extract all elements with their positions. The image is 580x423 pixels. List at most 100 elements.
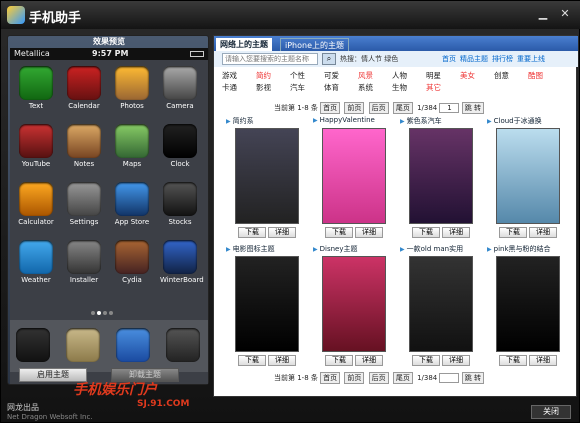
theme-title[interactable]: 电影图标主题 (226, 244, 308, 254)
tab-iphone-themes[interactable]: iPhone上的主题 (280, 38, 350, 51)
detail-button[interactable]: 详细 (529, 355, 557, 366)
category-link[interactable]: 汽车 (290, 82, 305, 93)
photos-icon (115, 66, 149, 100)
category-link[interactable]: 个性 (290, 70, 305, 81)
search-input[interactable] (222, 53, 318, 65)
pager-prev-button[interactable]: 前页 (344, 102, 365, 114)
theme-card: HappyValentine 下载详细 (313, 116, 395, 238)
pager-first-button[interactable]: 首页 (320, 372, 341, 384)
detail-button[interactable]: 详细 (442, 227, 470, 238)
category-link[interactable]: 明星 (426, 70, 441, 81)
tab-bar: 网络上的主题 iPhone上的主题 (214, 36, 578, 51)
theme-title[interactable]: Cloud于冰通换 (487, 116, 569, 126)
detail-button[interactable]: 详细 (355, 227, 383, 238)
download-button[interactable]: 下载 (238, 355, 266, 366)
category-link[interactable]: 人物 (392, 70, 407, 81)
theme-title[interactable]: 紫色系汽车 (400, 116, 482, 126)
pager-prev-button[interactable]: 前页 (344, 372, 365, 384)
category-link[interactable]: 可爱 (324, 70, 339, 81)
category-link[interactable]: 游戏 (222, 70, 237, 81)
category-link[interactable]: 酷图 (528, 70, 543, 81)
tab-online-themes[interactable]: 网络上的主题 (216, 38, 272, 51)
search-icon[interactable]: ⌕ (322, 53, 336, 65)
download-button[interactable]: 下载 (412, 355, 440, 366)
link-home[interactable]: 首页 (442, 55, 456, 63)
app-icon-installer: Installer (64, 240, 104, 290)
theme-actions: 下载 详细 (226, 355, 308, 366)
theme-title[interactable]: 一款old man实用 (400, 244, 482, 254)
publisher-sub-label: Net Dragon Websoft Inc. (7, 413, 93, 421)
detail-button[interactable]: 详细 (268, 355, 296, 366)
category-link[interactable]: 风景 (358, 70, 373, 81)
theme-thumbnail[interactable] (496, 256, 560, 352)
download-button[interactable]: 下载 (325, 227, 353, 238)
app-icon-weather: Weather (16, 240, 56, 290)
category-link[interactable]: 创意 (494, 70, 509, 81)
app-label: Weather (21, 276, 51, 284)
category-link[interactable]: 其它 (426, 82, 441, 93)
detail-button[interactable]: 详细 (268, 227, 296, 238)
theme-card: pink黑与粉的结合下载详细 (487, 244, 569, 366)
theme-actions: 下载 详细 (487, 227, 569, 238)
app-label: Cydia (122, 276, 142, 284)
camera-icon (163, 66, 197, 100)
pager-last-button[interactable]: 尾页 (392, 372, 413, 384)
theme-actions: 下载 详细 (226, 227, 308, 238)
category-link[interactable]: 美女 (460, 70, 475, 81)
theme-thumbnail[interactable] (235, 128, 299, 224)
hot-search-label: 热搜：情人节 绿色 (340, 55, 399, 63)
download-button[interactable]: 下载 (499, 227, 527, 238)
detail-button[interactable]: 详细 (442, 355, 470, 366)
download-button[interactable]: 下载 (412, 227, 440, 238)
page-dot (109, 311, 113, 315)
app-icon-stocks: Stocks (160, 182, 200, 232)
minimize-icon[interactable]: ▁ (535, 7, 551, 21)
page-dots (90, 308, 130, 315)
theme-title[interactable]: pink黑与粉的结合 (487, 244, 569, 254)
theme-thumbnail[interactable] (322, 128, 386, 224)
theme-thumbnail[interactable] (235, 256, 299, 352)
close-icon[interactable]: ✕ (557, 7, 573, 21)
theme-thumbnail[interactable] (322, 256, 386, 352)
link-new[interactable]: 重要上线 (517, 55, 545, 63)
pager-last-button[interactable]: 尾页 (392, 102, 413, 114)
link-featured[interactable]: 精品主题 (460, 55, 488, 63)
app-icon-winterboard: WinterBoard (160, 240, 204, 290)
category-link[interactable]: 简约 (256, 70, 271, 81)
theme-thumbnail[interactable] (496, 128, 560, 224)
pager-next-button[interactable]: 后页 (368, 102, 389, 114)
text-icon (19, 66, 53, 100)
page-number-input[interactable]: 1 (439, 103, 460, 113)
download-button[interactable]: 下载 (325, 355, 353, 366)
category-link[interactable]: 体育 (324, 82, 339, 93)
download-button[interactable]: 下载 (499, 355, 527, 366)
cydia-icon (115, 240, 149, 274)
brand-url[interactable]: SJ.91.COM (137, 399, 189, 409)
download-button[interactable]: 下载 (238, 227, 266, 238)
pager-go-button[interactable]: 跳 转 (461, 372, 484, 384)
pager-go-button[interactable]: 跳 转 (461, 102, 484, 114)
theme-card: 一款old man实用下载详细 (400, 244, 482, 366)
category-link[interactable]: 生物 (392, 82, 407, 93)
theme-title[interactable]: 简约系 (226, 116, 308, 126)
category-link[interactable]: 卡通 (222, 82, 237, 93)
phone-app-icon (16, 328, 50, 362)
app-label: Calculator (18, 218, 54, 226)
theme-title[interactable]: HappyValentine (313, 116, 395, 126)
theme-thumbnail[interactable] (409, 256, 473, 352)
app-icon-cydia: Cydia (112, 240, 152, 290)
app-logo-icon (7, 6, 25, 24)
category-link[interactable]: 系统 (358, 82, 373, 93)
pager-next-button[interactable]: 后页 (368, 372, 389, 384)
theme-title[interactable]: Disney主题 (313, 244, 395, 254)
main-window: 手机助手 ▁ ✕ 效果预览 Metallica 9:57 PM Text Cale… (0, 0, 580, 423)
pager-first-button[interactable]: 首页 (320, 102, 341, 114)
close-button[interactable]: 关闭 (531, 405, 571, 419)
link-ranking[interactable]: 排行榜 (492, 55, 513, 63)
category-link[interactable]: 影视 (256, 82, 271, 93)
theme-thumbnail[interactable] (409, 128, 473, 224)
detail-button[interactable]: 详细 (355, 355, 383, 366)
page-number-input[interactable] (439, 373, 460, 383)
detail-button[interactable]: 详细 (529, 227, 557, 238)
pager-count-label: 当前第 1-8 条 (274, 104, 318, 112)
